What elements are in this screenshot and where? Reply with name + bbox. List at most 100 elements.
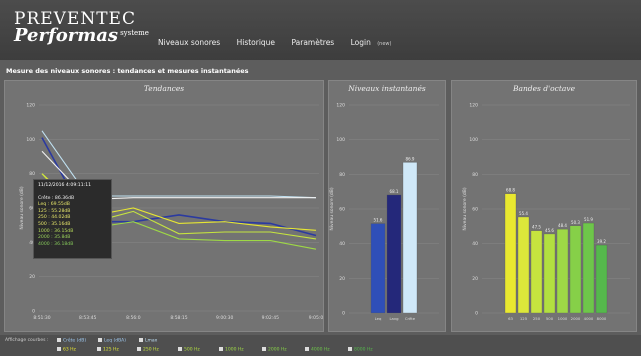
brand-product-name: Performas [14,25,119,46]
bar [517,216,530,314]
y-tick-label: 100 [469,137,478,143]
bar [386,194,402,314]
bar [543,233,556,314]
checkbox-box[interactable] [57,347,61,351]
tooltip-line-3: 250 : 44.02dB [38,215,71,221]
checkbox-label: 2000 Hz [268,347,287,353]
y-axis-label: Niveau sonore (dB) [462,187,468,230]
y-tick-label: 120 [469,103,478,109]
y-tick-label: 40 [339,241,345,247]
y-tick-label: 60 [339,207,345,213]
tooltip-line-6: 2000 : 35.8dB [38,235,71,241]
checkbox-2000hz[interactable]: 2000 Hz [262,347,287,353]
checkbox-leq[interactable]: Leq (dBA) [98,338,126,344]
y-axis-label: Niveau sonore (dB) [329,187,335,230]
checkbox-label: 125 Hz [103,347,119,353]
y-tick-label: 20 [339,276,345,282]
bar-category-label: Leq [375,316,382,321]
bar-category-label: Crête [405,316,416,321]
x-tick-label: 9:02:45 [262,315,279,321]
y-tick-label: 0 [32,309,35,315]
nav-parametres[interactable]: Paramètres [291,38,334,47]
bar-category-label: 1000 [558,316,568,321]
checkbox-500hz[interactable]: 500 Hz [178,347,200,353]
bar-category-label: Lavg [389,316,399,321]
x-tick-label: 9:05:0 [309,315,323,321]
y-tick-label: 100 [26,137,35,143]
octave-panel: Bandes d'octave 120 100 80 60 40 20 0 Niveau so… [451,80,637,332]
checkbox-125hz[interactable]: 125 Hz [97,347,119,353]
bar [530,230,543,314]
checkbox-label: 63 Hz [63,347,76,353]
bar-value-label: 48.4 [558,223,567,228]
checkbox-lmax[interactable]: Lmax [139,338,157,344]
bar [504,193,517,314]
nav-niveaux-sonores[interactable]: Niveaux sonores [158,38,220,47]
y-tick-label: 80 [339,172,345,178]
x-tick-label: 9:00:30 [216,315,233,321]
bar-category-label: 63 [508,316,513,321]
x-tick-label: 8:56:0 [126,315,141,321]
checkbox-label: Leq (dBA) [104,338,127,344]
checkbox-box[interactable] [348,347,352,351]
bar-value-label: 50.3 [571,220,580,225]
tooltip-line-4: 500 : 35.16dB [38,221,71,227]
bar [370,223,386,314]
y-tick-label: 100 [336,137,345,143]
y-tick-label: 120 [26,103,35,109]
y-tick-label: 20 [29,274,35,280]
bar-category-label: 8000 [597,316,607,321]
bar-category-label: 500 [546,316,554,321]
y-tick-label: 40 [472,241,478,247]
bar [582,222,595,314]
checkbox-250hz[interactable]: 250 Hz [137,347,159,353]
y-tick-label: 0 [342,311,345,317]
checkbox-box[interactable] [97,347,101,351]
checkbox-8000hz[interactable]: 8000 Hz [348,347,373,353]
checkbox-label: 4000 Hz [311,347,330,353]
checkbox-box[interactable] [219,347,223,351]
tendances-panel: Tendances 120100806040200Niveau sonore (… [4,80,324,332]
checkbox-box[interactable] [305,347,309,351]
tooltip-time: 11/12/2016 4:09:11:11 [38,183,92,188]
checkbox-1000hz[interactable]: 1000 Hz [219,347,244,353]
checkbox-crete[interactable]: Crête (dB) [57,338,86,344]
checkbox-label: Crête (dB) [63,338,87,344]
bar-value-label: 55.4 [519,211,528,216]
bar-value-label: 45.6 [545,228,554,233]
y-tick-label: 0 [475,311,478,317]
checkbox-4000hz[interactable]: 4000 Hz [305,347,330,353]
bar-category-label: 250 [533,316,541,321]
y-tick-label: 20 [472,276,478,282]
checkbox-box[interactable] [262,347,266,351]
page-title: Mesure des niveaux sonores : tendances e… [6,67,249,75]
nav-historique[interactable]: Historique [237,38,275,47]
bar-value-label: 51.6 [374,218,383,223]
checkbox-label: 500 Hz [184,347,200,353]
nav-login[interactable]: Login [351,38,371,47]
checkbox-box[interactable] [178,347,182,351]
y-tick-label: 80 [472,172,478,178]
checkbox-label: 250 Hz [143,347,159,353]
x-tick-label: 8:58:15 [170,315,187,321]
bar [556,228,569,314]
nav-small-note: (new) [377,41,392,47]
bar-value-label: 86.9 [406,156,415,161]
bar-category-label: 125 [520,316,528,321]
checkbox-box[interactable] [57,338,61,342]
bar [595,244,608,314]
checkbox-box[interactable] [98,338,102,342]
bar-value-label: 68.8 [506,188,515,193]
checkbox-box[interactable] [137,347,141,351]
main-nav: Niveaux sonores Historique Paramètres Lo… [158,38,405,47]
brand-sup: systeme [120,29,149,37]
checkbox-box[interactable] [139,338,143,342]
bar [569,225,582,314]
y-tick-label: 80 [29,171,35,177]
instant-panel: Niveaux instantanés 120 100 80 60 40 20 0 Nivea… [328,80,446,332]
tooltip-line-7: 4000 : 36.18dB [38,241,74,247]
checkbox-63hz[interactable]: 63 Hz [57,347,76,353]
trend-tooltip: 11/12/2016 4:09:11:11 Crête : 86.36dB Le… [33,179,112,259]
x-tick-label: 8:53:45 [79,315,96,321]
bar-value-label: 47.5 [532,225,541,230]
